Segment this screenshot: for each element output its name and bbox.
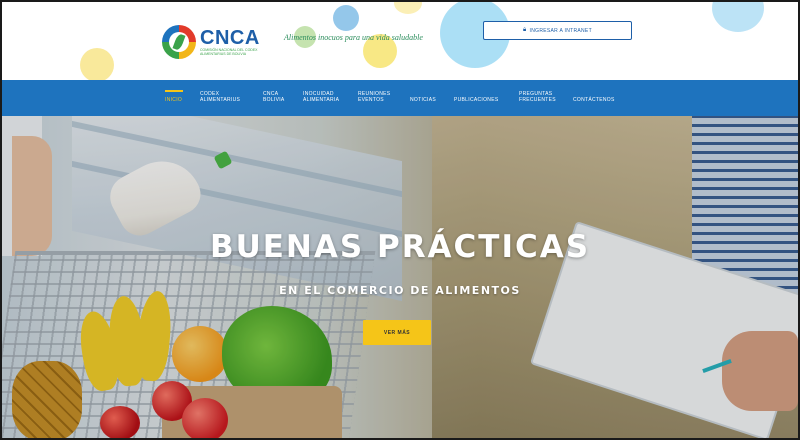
- decorative-dot: [712, 2, 764, 32]
- nav-item-label: CNCA BOLIVIA: [263, 91, 285, 103]
- logo-mark-icon: [162, 25, 196, 59]
- hero-subtitle: EN EL COMERCIO DE ALIMENTOS: [279, 284, 521, 297]
- lock-icon: 🔒︎: [523, 27, 527, 33]
- nav-item-contactenos[interactable]: CONTÁCTENOS: [573, 97, 615, 103]
- nav-item-inicio[interactable]: INICIO: [165, 90, 184, 103]
- hero-banner: BUENAS PRÁCTICAS EN EL COMERCIO DE ALIME…: [2, 116, 798, 438]
- site-tagline: Alimentos inocuos para una vida saludabl…: [284, 33, 423, 42]
- nav-item-label: REUNIONES EVENTOS: [358, 91, 391, 103]
- nav-item-inocuidad-alimentaria[interactable]: INOCUIDAD ALIMENTARIA: [303, 91, 345, 103]
- site-header: CNCA COMISIÓN NACIONAL DEL CODEX ALIMENT…: [2, 2, 798, 80]
- nav-item-label: INOCUIDAD ALIMENTARIA: [303, 91, 340, 103]
- decorative-dot: [80, 48, 114, 80]
- main-nav: INICIO CODEX ALIMENTARIUS CNCA BOLIVIA I…: [2, 80, 798, 116]
- logo-name: CNCA: [200, 26, 260, 49]
- nav-item-publicaciones[interactable]: PUBLICACIONES: [454, 97, 498, 103]
- hero-title: BUENAS PRÁCTICAS: [209, 229, 591, 265]
- nav-item-codex-alimentarius[interactable]: CODEX ALIMENTARIUS: [200, 91, 242, 103]
- nav-item-cnca-bolivia[interactable]: CNCA BOLIVIA: [263, 91, 285, 103]
- logo-text: CNCA COMISIÓN NACIONAL DEL CODEX ALIMENT…: [200, 28, 262, 57]
- decorative-dot: [394, 2, 422, 14]
- intranet-login-button[interactable]: 🔒︎ INGRESAR A INTRANET: [483, 21, 632, 40]
- browser-frame: CNCA COMISIÓN NACIONAL DEL CODEX ALIMENT…: [0, 0, 800, 440]
- decorative-dot: [333, 5, 359, 31]
- nav-item-label: CODEX ALIMENTARIUS: [200, 91, 241, 103]
- ver-mas-button[interactable]: VER MÁS: [363, 320, 431, 345]
- nav-item-label: PREGUNTAS FRECUENTES: [519, 91, 556, 103]
- hero-overlay: [2, 116, 798, 438]
- nav-item-reuniones-eventos[interactable]: REUNIONES EVENTOS: [358, 91, 392, 103]
- nav-item-noticias[interactable]: NOTICIAS: [410, 97, 436, 103]
- intranet-login-label: INGRESAR A INTRANET: [529, 27, 592, 34]
- logo-subtitle: COMISIÓN NACIONAL DEL CODEX ALIMENTARIUS…: [200, 47, 258, 57]
- site-logo[interactable]: CNCA COMISIÓN NACIONAL DEL CODEX ALIMENT…: [162, 20, 262, 64]
- nav-item-preguntas-frecuentes[interactable]: PREGUNTAS FRECUENTES: [519, 91, 557, 103]
